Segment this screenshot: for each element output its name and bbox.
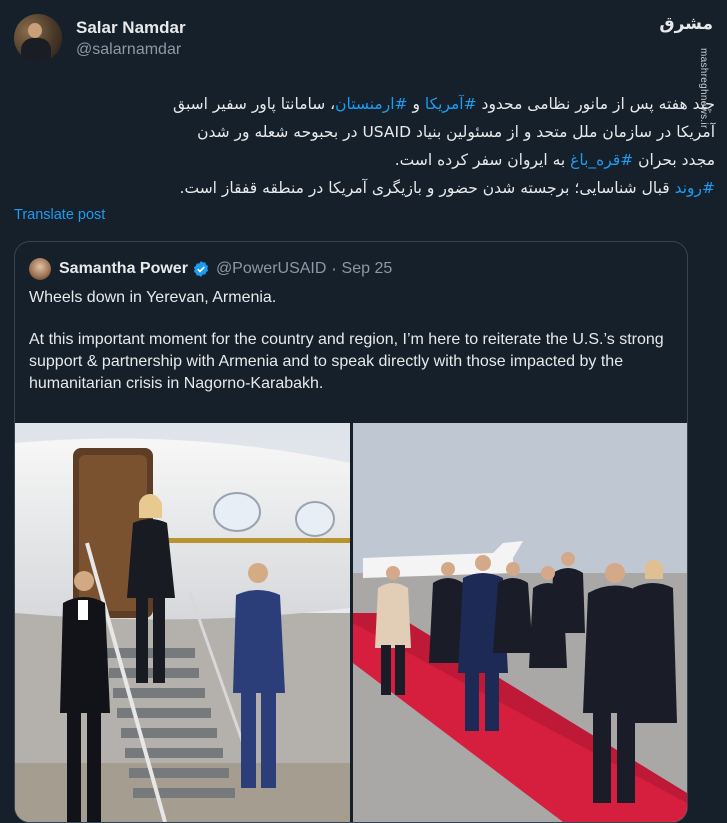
photo-plane-stairs[interactable] xyxy=(15,423,350,822)
quoted-text-line-1: Wheels down in Yerevan, Armenia. xyxy=(29,289,277,306)
post-body: چند هفته پس از مانور نظامی محدود #آمریکا… xyxy=(14,90,715,202)
translate-post-link[interactable]: Translate post xyxy=(14,207,105,223)
post-text-line: #روند قبال شناسایی؛ برجسته شدن حضور و با… xyxy=(179,179,715,197)
hashtag-link[interactable]: #قره_باغ xyxy=(570,151,633,169)
quoted-author-handle[interactable]: @PowerUSAID xyxy=(216,260,327,278)
author-display-name[interactable]: Salar Namdar xyxy=(76,18,186,38)
hashtag-link[interactable]: #آمریکا xyxy=(425,95,477,113)
author-avatar[interactable] xyxy=(14,14,62,62)
verified-badge-icon xyxy=(193,261,208,277)
quoted-author-name[interactable]: Samantha Power xyxy=(59,260,188,278)
header-separator: · xyxy=(331,259,337,279)
hashtag-link[interactable]: #ارمنستان xyxy=(335,95,407,113)
author-header: Salar Namdar @salarnamdar xyxy=(14,14,186,62)
post-text-line: چند هفته پس از مانور نظامی محدود #آمریکا… xyxy=(173,95,715,113)
quoted-text-paragraph-2: At this important moment for the country… xyxy=(29,331,664,392)
post-text-line: آمریکا در سازمان ملل متحد و از مسئولین ب… xyxy=(197,123,715,141)
quoted-post-header: Samantha Power @PowerUSAID · Sep 25 xyxy=(29,258,392,280)
author-handle[interactable]: @salarnamdar xyxy=(76,41,186,59)
post-text-line: مجدد بحران #قره_باغ به ایروان سفر کرده ا… xyxy=(394,151,715,169)
watermark-logo: مشرق xyxy=(659,14,713,34)
photo-red-carpet-walk[interactable] xyxy=(353,423,687,822)
hashtag-link[interactable]: #روند xyxy=(675,179,715,197)
quoted-post-date[interactable]: Sep 25 xyxy=(342,260,393,278)
quoted-post-text: Wheels down in Yerevan, Armenia. At this… xyxy=(29,287,671,415)
quoted-author-avatar[interactable] xyxy=(29,258,51,280)
quoted-post[interactable]: Samantha Power @PowerUSAID · Sep 25 Whee… xyxy=(14,241,688,823)
